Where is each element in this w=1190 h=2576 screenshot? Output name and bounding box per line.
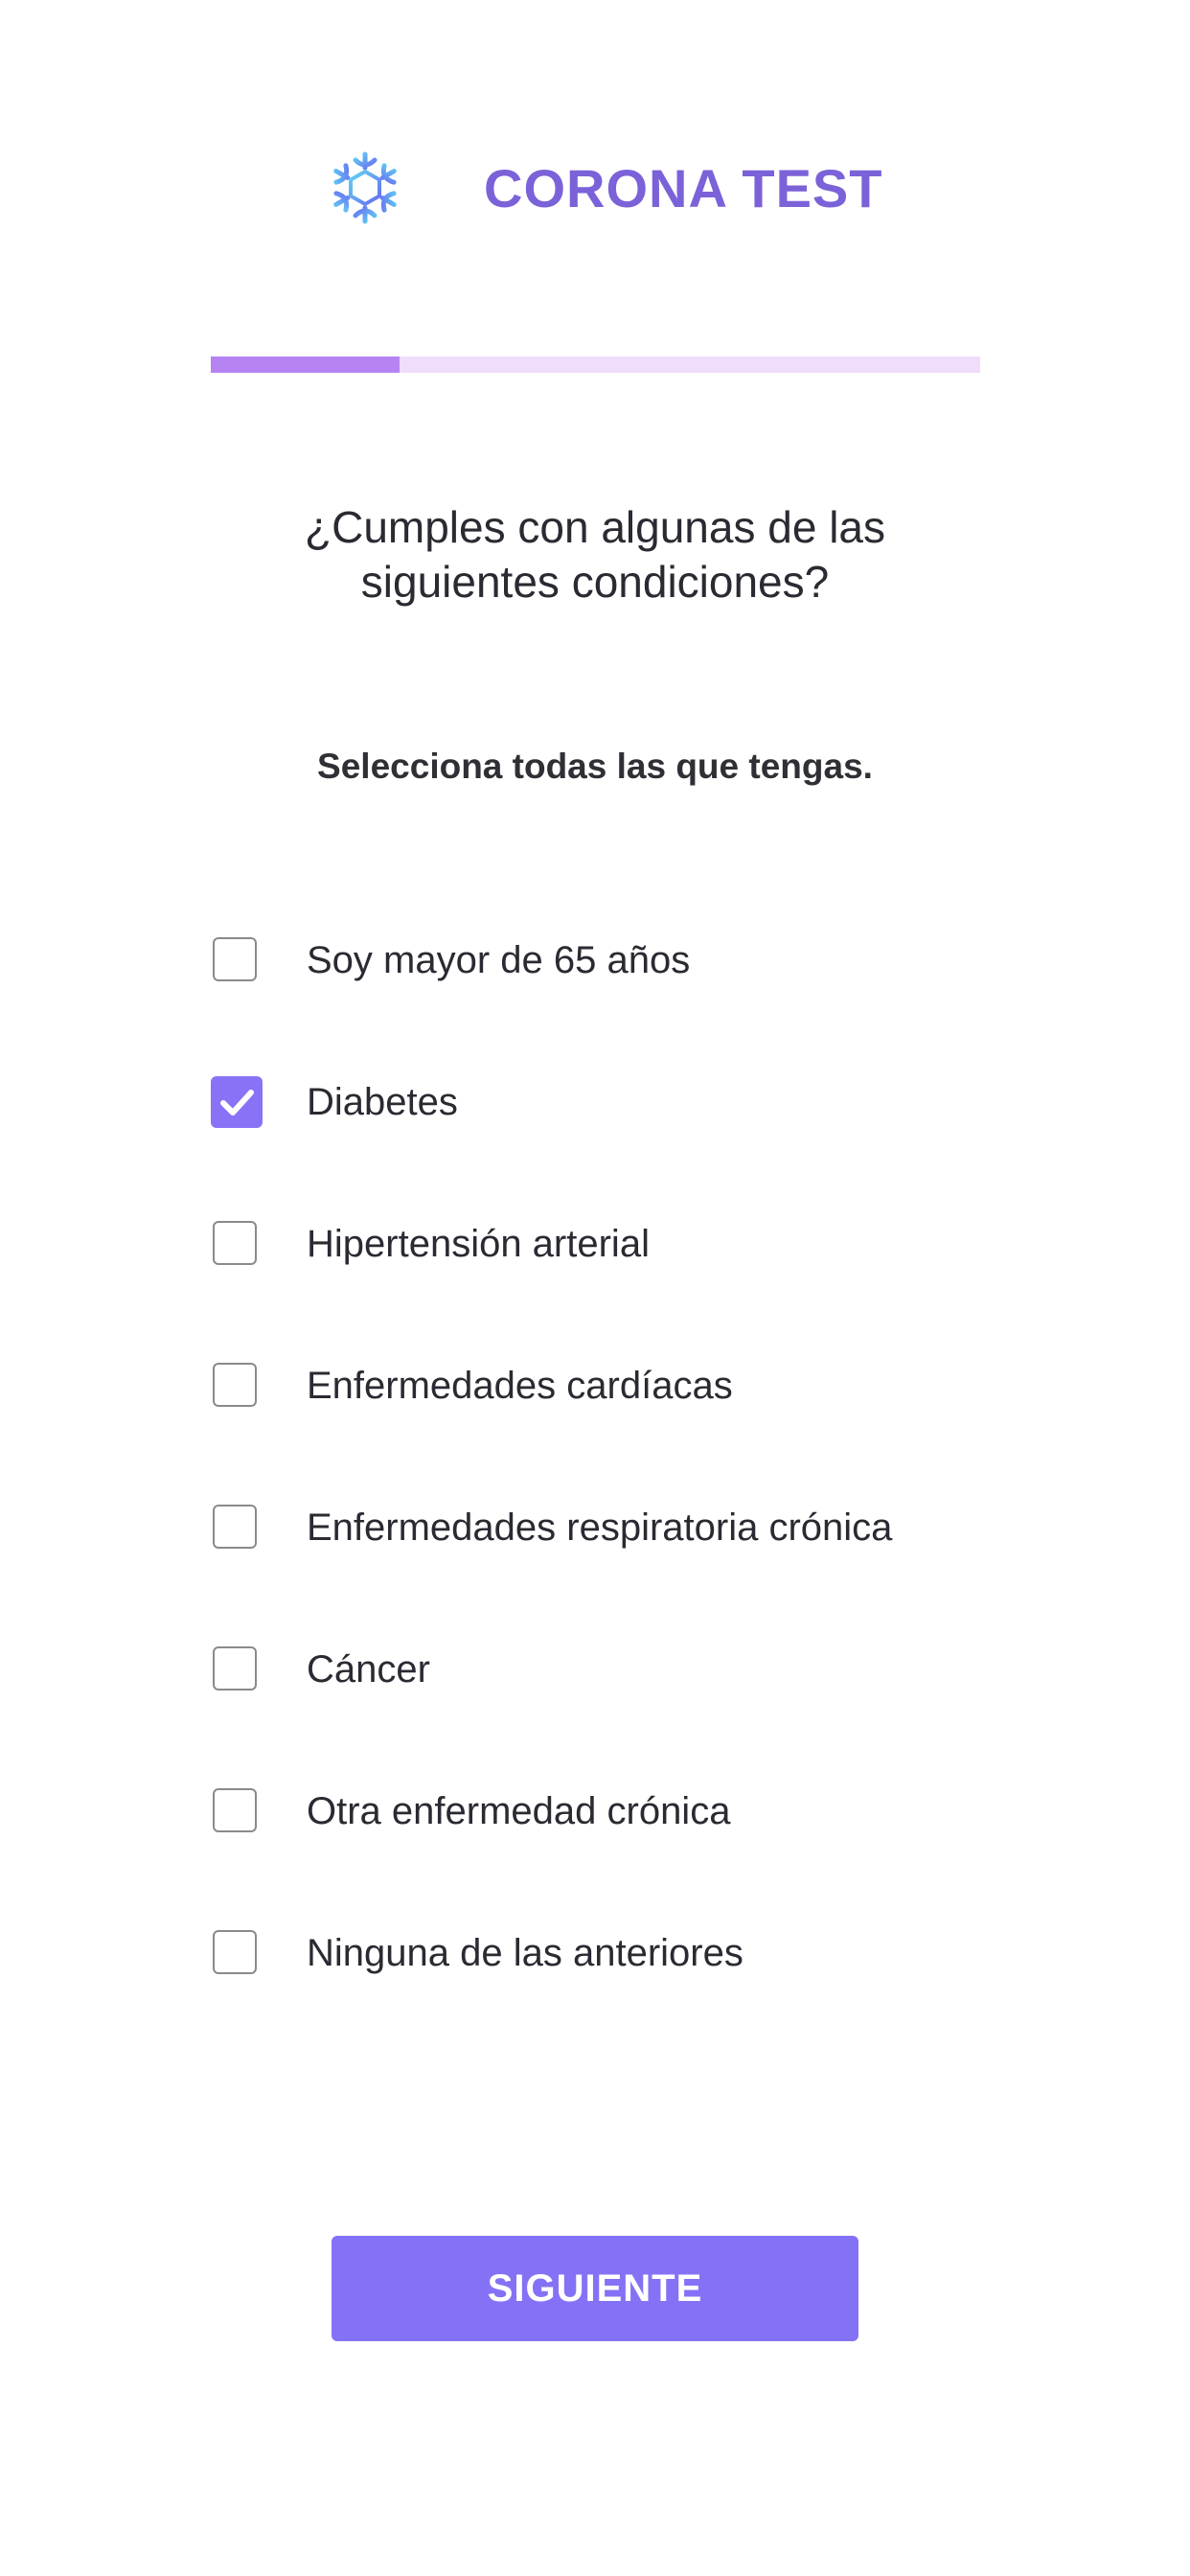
condition-options-list: Soy mayor de 65 años Diabetes Hipertensi…	[211, 932, 1073, 2066]
checkbox[interactable]	[213, 1646, 257, 1690]
checkbox[interactable]	[213, 1221, 257, 1265]
option-label: Soy mayor de 65 años	[307, 939, 691, 981]
checkbox[interactable]	[213, 1363, 257, 1407]
option-label: Otra enfermedad crónica	[307, 1790, 731, 1832]
checkbox-checked[interactable]	[211, 1076, 263, 1128]
next-button[interactable]: SIGUIENTE	[332, 2236, 858, 2341]
checkbox[interactable]	[213, 1505, 257, 1549]
option-label: Cáncer	[307, 1648, 430, 1690]
option-label: Diabetes	[307, 1081, 458, 1123]
progress-bar-fill	[211, 356, 400, 373]
checkbox[interactable]	[213, 1788, 257, 1832]
app-header: CORONA TEST	[0, 144, 1190, 230]
option-label: Enfermedades cardíacas	[307, 1365, 733, 1407]
progress-bar	[211, 356, 980, 373]
question-line-2: siguientes condiciones?	[360, 557, 830, 607]
app-title: CORONA TEST	[484, 158, 883, 218]
option-cancer[interactable]: Cáncer	[211, 1641, 1073, 1782]
option-chronic-respiratory[interactable]: Enfermedades respiratoria crónica	[211, 1499, 1073, 1641]
question-line-1: ¿Cumples con algunas de las	[305, 502, 885, 552]
virus-molecule-icon	[333, 151, 397, 224]
question-heading: ¿Cumples con algunas de las siguientes c…	[116, 500, 1074, 610]
option-age-over-65[interactable]: Soy mayor de 65 años	[211, 932, 1073, 1073]
instruction-text: Selecciona todas las que tengas.	[317, 747, 873, 786]
option-label: Ninguna de las anteriores	[307, 1932, 744, 1974]
option-none[interactable]: Ninguna de las anteriores	[211, 1924, 1073, 2066]
option-label: Enfermedades respiratoria crónica	[307, 1506, 893, 1549]
option-diabetes[interactable]: Diabetes	[211, 1073, 1073, 1215]
option-other-chronic[interactable]: Otra enfermedad crónica	[211, 1782, 1073, 1924]
checkbox[interactable]	[213, 1930, 257, 1974]
checkbox[interactable]	[213, 937, 257, 981]
option-hypertension[interactable]: Hipertensión arterial	[211, 1215, 1073, 1357]
option-heart-disease[interactable]: Enfermedades cardíacas	[211, 1357, 1073, 1499]
option-label: Hipertensión arterial	[307, 1223, 650, 1265]
checkmark-icon	[220, 1090, 254, 1116]
